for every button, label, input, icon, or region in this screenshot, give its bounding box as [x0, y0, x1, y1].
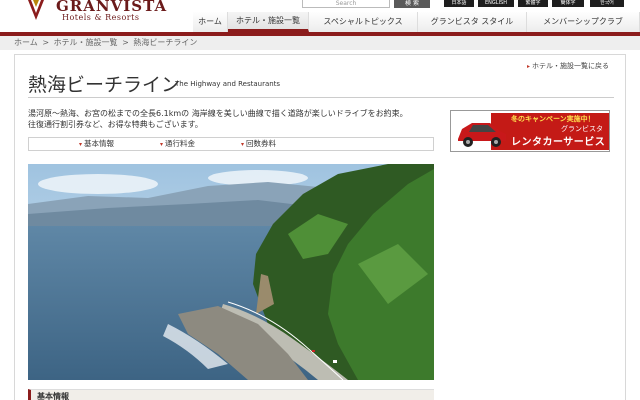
arrow-down-icon: ▾ — [241, 141, 245, 148]
content-panel: ▸ ホテル・施設一覧に戻る 熱海ビーチライン The Highway and Re… — [14, 54, 626, 400]
tab-toll-fees[interactable]: ▾ 通行料金 — [150, 138, 195, 150]
global-nav: ホーム ホテル・施設一覧 スペシャルトピックス グランビスタ スタイル メンバー… — [193, 12, 640, 32]
breadcrumb-hotels[interactable]: ホテル・施設一覧 — [54, 38, 118, 47]
breadcrumb-separator: > — [122, 38, 129, 47]
title-divider — [28, 97, 614, 98]
lang-traditional-chinese[interactable]: 繁體字 — [518, 0, 548, 7]
breadcrumb: ホーム > ホテル・施設一覧 > 熱海ビーチライン — [0, 36, 640, 50]
arrow-right-icon: ▸ — [526, 63, 530, 70]
breadcrumb-separator: > — [42, 38, 50, 47]
back-to-list-link[interactable]: ▸ ホテル・施設一覧に戻る — [527, 61, 609, 71]
search-button[interactable]: 検 索 — [394, 0, 430, 8]
rental-car-banner[interactable]: 冬のキャンペーン実施中！ グランビスタ レンタカーサービス — [450, 110, 610, 152]
granvista-logo-icon[interactable] — [26, 0, 46, 22]
lang-english[interactable]: ENGLISH — [478, 0, 514, 7]
logo-subtitle: Hotels & Resorts — [62, 13, 140, 22]
red-car-icon — [458, 123, 506, 147]
lang-japanese[interactable]: 日本語 — [444, 0, 474, 7]
nav-hotels[interactable]: ホテル・施設一覧 — [228, 12, 309, 32]
description-line: 往復通行割引券など、お得な特典もございます。 — [28, 120, 203, 129]
breadcrumb-current: 熱海ビーチライン — [133, 38, 198, 47]
nav-membership-club[interactable]: メンバーシップクラブ — [527, 12, 640, 32]
coastal-highway-photo — [28, 164, 434, 380]
banner-campaign-text: 冬のキャンペーン実施中！ — [511, 115, 595, 123]
page-title: 熱海ビーチライン — [28, 74, 181, 96]
nav-special-topics[interactable]: スペシャルトピックス — [309, 12, 418, 32]
breadcrumb-home[interactable]: ホーム — [14, 38, 38, 47]
tab-label: 基本情報 — [84, 139, 115, 148]
page-subtitle: The Highway and Restaurants — [175, 80, 281, 88]
lang-simplified-chinese[interactable]: 簡体字 — [552, 0, 584, 7]
tab-label: 通行料金 — [165, 139, 196, 148]
back-link-label: ホテル・施設一覧に戻る — [532, 62, 609, 70]
banner-service-text: レンタカーサービス — [511, 137, 606, 148]
arrow-down-icon: ▾ — [79, 141, 83, 148]
tab-coupon-fees[interactable]: ▾ 回数券料 — [231, 138, 276, 150]
tab-basic-info[interactable]: ▾ 基本情報 — [69, 138, 114, 150]
search-input[interactable]: Search — [302, 0, 390, 8]
nav-granvista-style[interactable]: グランビスタ スタイル — [418, 12, 527, 32]
lang-korean[interactable]: 한국어 — [590, 0, 624, 7]
description-line: 湯河原〜熱海、お宮の松までの全長6.1kmの 海岸線を美しい曲線で描く道路が楽し… — [28, 109, 408, 118]
site-header: GRANVISTA Hotels & Resorts Search 検 索 日本… — [0, 0, 640, 36]
anchor-tabs: ▾ 基本情報 ▾ 通行料金 ▾ 回数券料 — [28, 137, 434, 151]
page-description: 湯河原〜熱海、お宮の松までの全長6.1kmの 海岸線を美しい曲線で描く道路が楽し… — [28, 108, 438, 130]
arrow-down-icon: ▾ — [160, 141, 164, 148]
section-heading-basic-info: 基本情報 — [28, 389, 434, 400]
nav-home[interactable]: ホーム — [193, 12, 228, 32]
tab-label: 回数券料 — [246, 139, 277, 148]
